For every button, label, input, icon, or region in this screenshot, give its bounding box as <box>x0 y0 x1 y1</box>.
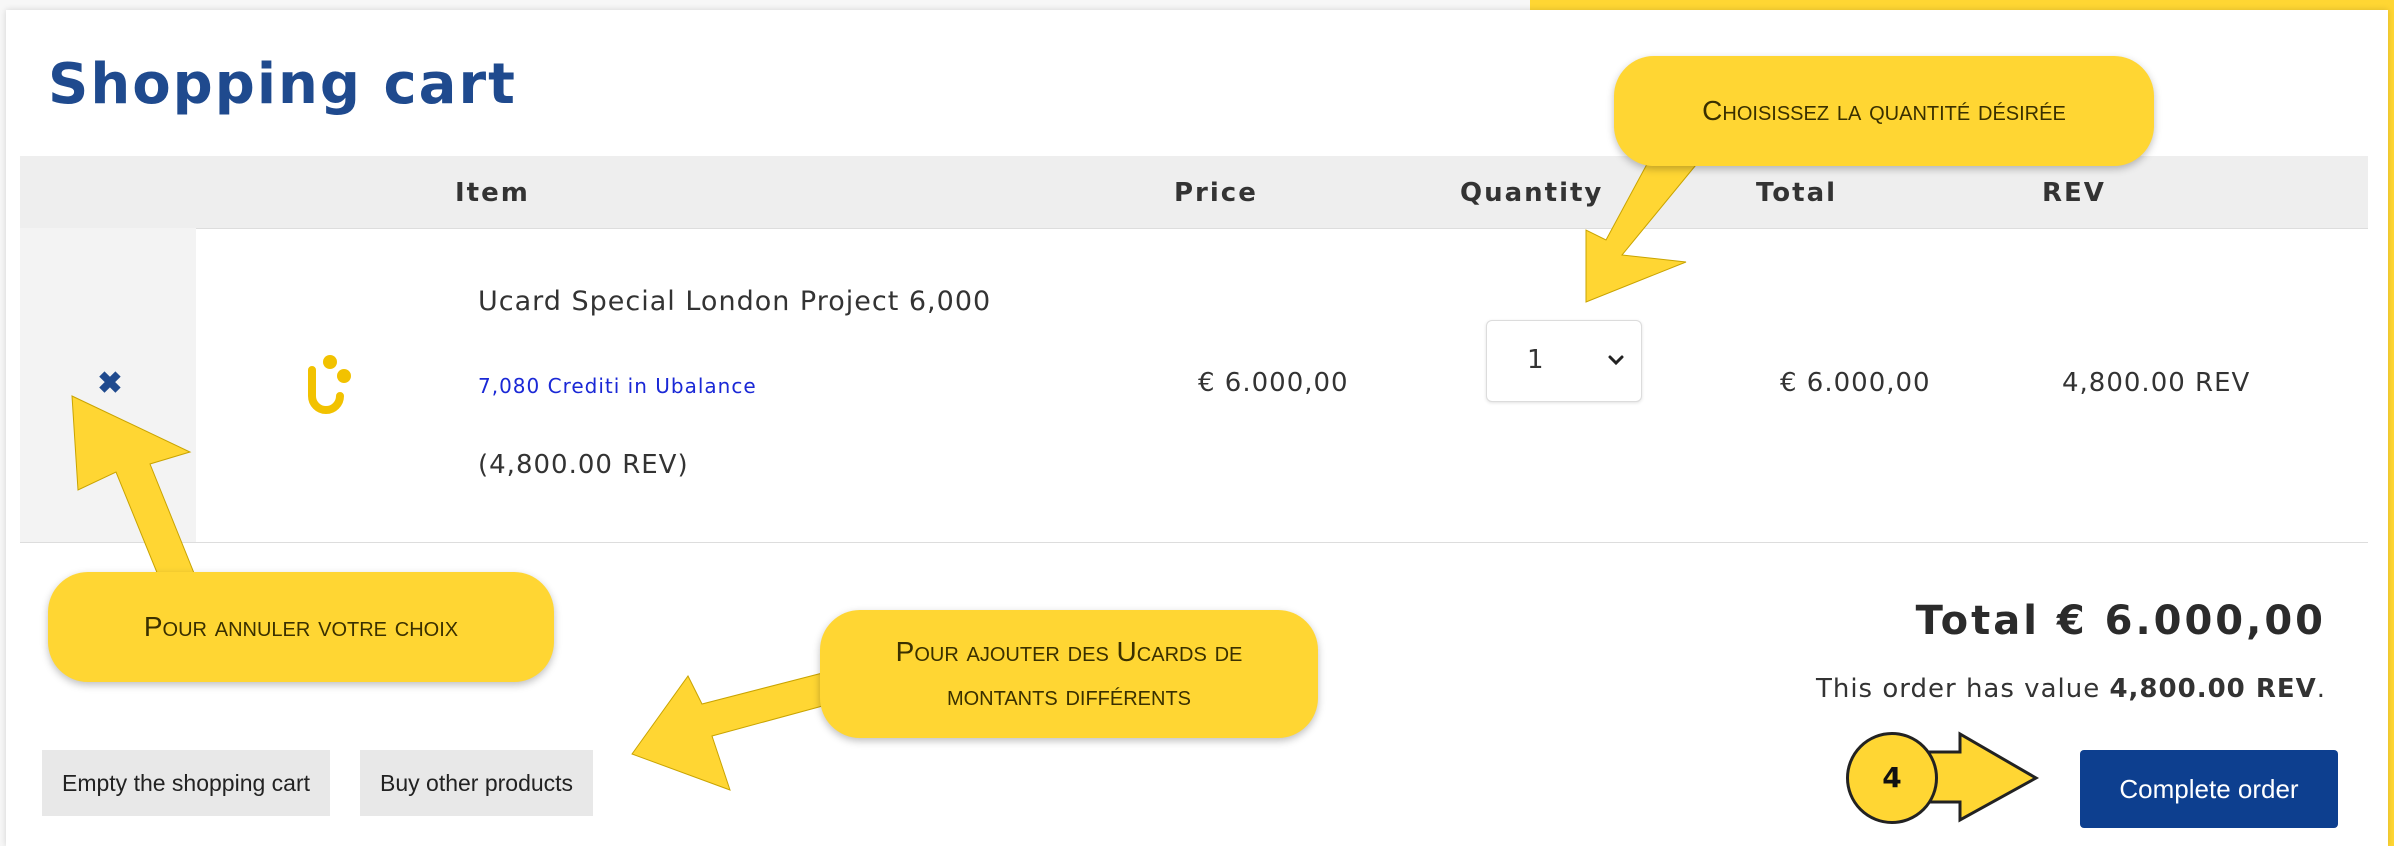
header-total: Total <box>1756 178 1838 208</box>
product-thumbnail <box>274 318 394 438</box>
remove-item-icon[interactable]: ✖ <box>92 366 128 402</box>
chevron-down-icon <box>1608 355 1624 366</box>
product-credits-link[interactable]: 7,080 Crediti in Ubalance <box>478 374 757 398</box>
remove-cell: ✖ <box>20 228 196 542</box>
row-total: € 6.000,00 <box>1780 368 1931 398</box>
page-title: Shopping cart <box>48 52 517 117</box>
cancel-callout-text: Pour annuler votre choix <box>143 611 459 642</box>
product-rev-note: (4,800.00 REV) <box>478 450 689 480</box>
order-value-text: This order has value 4,800.00 REV. <box>1815 674 2326 704</box>
empty-cart-button[interactable]: Empty the shopping cart <box>42 750 331 816</box>
quantity-callout-text: Choisissez la quantité désirée <box>1702 95 2066 126</box>
buy-other-products-button[interactable]: Buy other products <box>360 750 594 816</box>
table-row: ✖ Ucard Special London Project 6,000 7,0… <box>20 228 2368 543</box>
quantity-select[interactable]: 1 <box>1486 320 1642 402</box>
header-item: Item <box>455 178 530 208</box>
table-header: Item Price Quantity Total REV <box>20 156 2368 229</box>
add-products-callout: Pour ajouter des Ucards de montants diff… <box>820 610 1318 738</box>
add-callout-line2: montants différents <box>946 680 1192 711</box>
add-callout-line1: Pour ajouter des Ucards de <box>895 636 1243 667</box>
cancel-callout: Pour annuler votre choix <box>48 572 554 682</box>
product-price: € 6.000,00 <box>1198 368 1349 398</box>
step-number-badge: 4 <box>1846 732 1938 824</box>
header-rev: REV <box>2042 178 2106 208</box>
row-rev: 4,800.00 REV <box>2062 368 2251 398</box>
cart-total: Total € 6.000,00 <box>1915 598 2326 644</box>
header-price: Price <box>1174 178 1258 208</box>
quantity-value: 1 <box>1527 345 1544 375</box>
complete-order-button[interactable]: Complete order <box>2080 750 2338 828</box>
product-name: Ucard Special London Project 6,000 <box>478 286 992 317</box>
header-quantity: Quantity <box>1460 178 1604 208</box>
quantity-callout: Choisissez la quantité désirée <box>1614 56 2154 166</box>
